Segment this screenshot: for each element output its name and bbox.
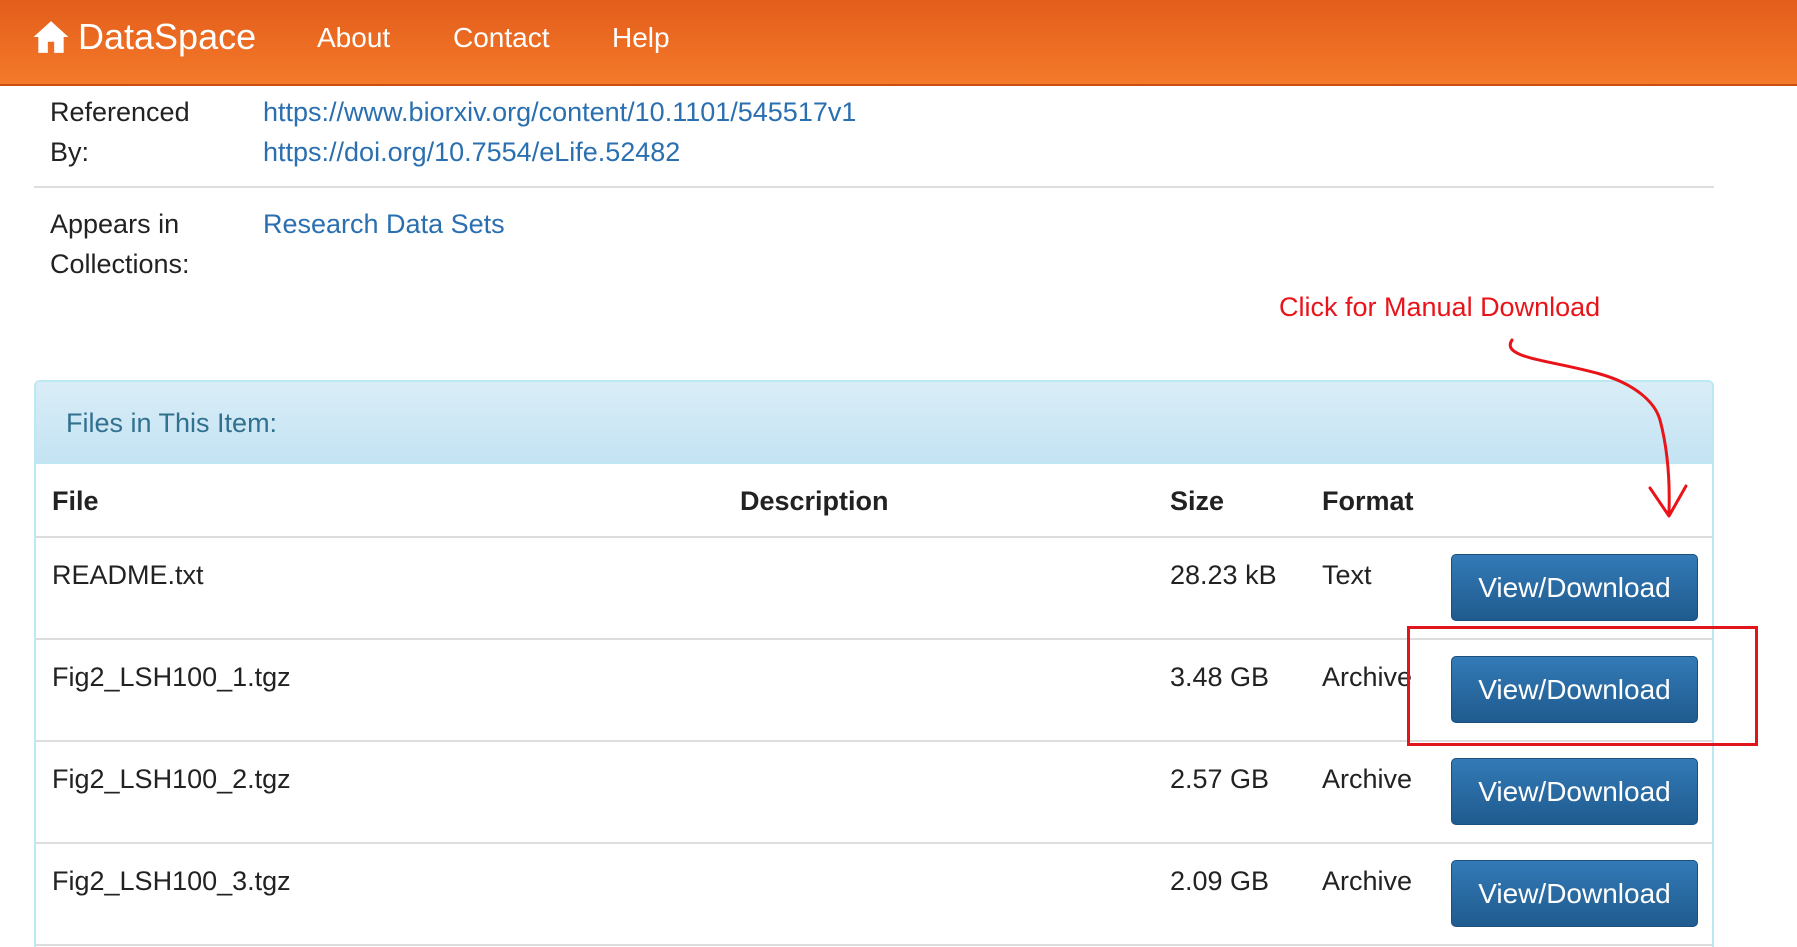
biorxiv-link[interactable]: https://www.biorxiv.org/content/10.1101/…: [263, 92, 856, 132]
referenced-by-label-line2: By:: [50, 137, 90, 167]
referenced-by-links: https://www.biorxiv.org/content/10.1101/…: [263, 92, 856, 172]
manual-download-annotation: Click for Manual Download: [1279, 292, 1601, 322]
files-panel-heading: Files in This Item:: [36, 382, 1712, 464]
file-size: 28.23 kB: [1170, 560, 1277, 590]
file-size: 3.48 GB: [1170, 662, 1270, 692]
nav-about[interactable]: About: [317, 22, 390, 54]
top-navbar: DataSpace About Contact Help: [0, 0, 1797, 86]
file-name[interactable]: Fig2_LSH100_1.tgz: [52, 662, 291, 693]
view-download-button[interactable]: View/Download: [1451, 860, 1698, 927]
file-format: Archive: [1322, 866, 1413, 896]
brand-link[interactable]: DataSpace: [32, 16, 256, 58]
home-icon: [33, 21, 69, 53]
column-header-format: Format: [1322, 486, 1414, 516]
file-size: 2.57 GB: [1170, 764, 1270, 794]
view-download-button[interactable]: View/Download: [1451, 758, 1698, 825]
table-row: Fig2_LSH100_2.tgz 2.57 GB Archive View/D…: [36, 742, 1712, 844]
column-header-file: File: [52, 486, 99, 516]
collections-label-line2: Collections:: [50, 249, 190, 279]
doi-link[interactable]: https://doi.org/10.7554/eLife.52482: [263, 132, 856, 172]
metadata-divider: [34, 186, 1714, 188]
table-row: README.txt 28.23 kB Text View/Download: [36, 538, 1712, 640]
nav-help[interactable]: Help: [612, 22, 670, 54]
column-header-description: Description: [740, 486, 889, 516]
collections-label-line1: Appears in: [50, 209, 180, 239]
nav-contact[interactable]: Contact: [453, 22, 550, 54]
referenced-by-row: Referenced By: https://www.biorxiv.org/c…: [34, 92, 1714, 182]
annotation-arrow-icon: [1508, 338, 1688, 518]
collections-row: Appears in Collections: Research Data Se…: [34, 204, 1714, 294]
file-format: Text: [1322, 560, 1372, 590]
file-format: Archive: [1322, 662, 1413, 692]
collections-links: Research Data Sets: [263, 204, 505, 244]
file-name[interactable]: Fig2_LSH100_3.tgz: [52, 866, 291, 897]
referenced-by-label-line1: Referenced: [50, 97, 190, 127]
column-header-size: Size: [1170, 486, 1225, 516]
file-name[interactable]: README.txt: [52, 560, 204, 591]
file-format: Archive: [1322, 764, 1413, 794]
highlight-box: [1407, 626, 1758, 746]
file-name[interactable]: Fig2_LSH100_2.tgz: [52, 764, 291, 795]
referenced-by-label: Referenced By:: [50, 92, 190, 172]
files-panel-title: Files in This Item:: [66, 408, 278, 438]
file-size: 2.09 GB: [1170, 866, 1270, 896]
view-download-button[interactable]: View/Download: [1451, 554, 1698, 621]
brand-name: DataSpace: [78, 16, 257, 57]
table-row: Fig2_LSH100_3.tgz 2.09 GB Archive View/D…: [36, 844, 1712, 946]
research-data-sets-link[interactable]: Research Data Sets: [263, 204, 505, 244]
collections-label: Appears in Collections:: [50, 204, 190, 284]
